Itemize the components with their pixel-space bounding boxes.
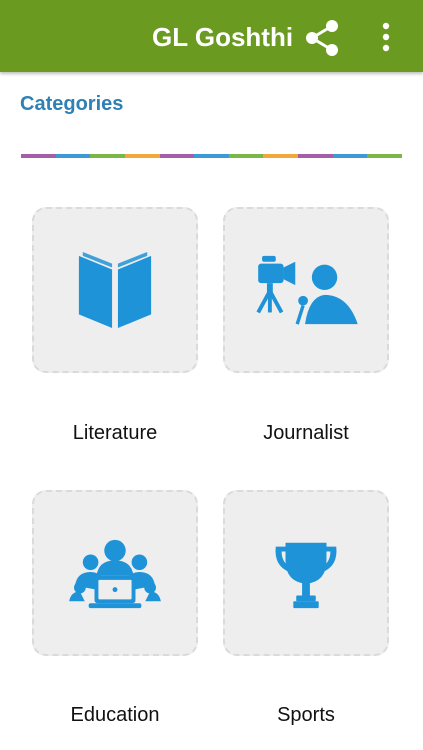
category-tile-education[interactable] (32, 490, 198, 656)
divider-segment (21, 154, 56, 158)
education-icon (69, 539, 161, 609)
divider-segment (55, 154, 91, 158)
divider-segment (367, 154, 403, 158)
divider-segment (228, 154, 264, 158)
category-label-education: Education (70, 704, 160, 726)
journalist-icon (256, 255, 358, 325)
divider-segment (298, 154, 333, 158)
app-bar: GL Goshthi (0, 0, 423, 72)
divider-segment (263, 154, 299, 158)
colored-divider (21, 154, 403, 158)
more-options-button[interactable] (372, 18, 400, 58)
section-title: Categories (20, 93, 124, 115)
category-label-literature: Literature (72, 422, 158, 444)
divider-segment (194, 154, 229, 158)
category-label-sports: Sports (277, 704, 335, 726)
divider-segment (159, 154, 195, 158)
divider-segment (332, 154, 368, 158)
book-icon (78, 251, 152, 329)
share-icon (306, 20, 338, 56)
more-vert-icon (382, 22, 390, 52)
app-title: GL Goshthi (152, 22, 294, 52)
divider-segment (124, 154, 160, 158)
category-tile-literature[interactable] (32, 207, 198, 373)
trophy-icon (275, 542, 337, 609)
category-tile-journalist[interactable] (223, 207, 389, 373)
category-label-journalist: Journalist (263, 422, 349, 444)
category-tile-sports[interactable] (223, 490, 389, 656)
share-button[interactable] (301, 18, 343, 58)
divider-segment (90, 154, 125, 158)
